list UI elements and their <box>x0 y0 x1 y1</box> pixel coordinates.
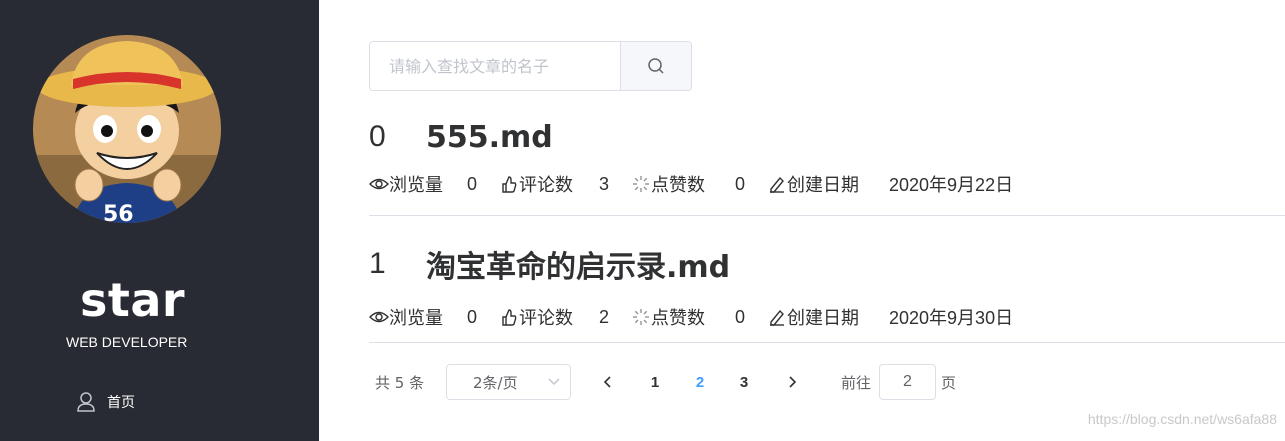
article-title[interactable]: 淘宝革命的启示录.md <box>426 242 730 286</box>
search-input[interactable] <box>370 42 620 90</box>
chevron-left-icon <box>603 376 611 388</box>
thumb-icon <box>499 307 519 327</box>
role-subtitle: WEB DEVELOPER <box>66 334 188 350</box>
svg-text:56: 56 <box>103 202 134 223</box>
sidebar: 56 star WEB DEVELOPER 首页 <box>0 0 319 441</box>
article-index: 0 <box>369 120 386 153</box>
likes-count: 0 <box>735 306 746 327</box>
article-meta: 浏览量 0 评论数 3 点赞数 0 创建日期 2020年9月22日 <box>369 172 1013 196</box>
likes-count: 0 <box>735 173 746 194</box>
comments-label: 评论数 <box>519 308 573 329</box>
created-date: 2020年9月22日 <box>889 175 1014 195</box>
nav-item-home[interactable]: 首页 <box>76 388 135 416</box>
search-button[interactable] <box>620 42 691 90</box>
likes-label: 点赞数 <box>651 175 705 196</box>
created-date: 2020年9月30日 <box>889 308 1014 328</box>
divider <box>369 342 1285 343</box>
views-count: 0 <box>467 306 478 327</box>
views-label: 浏览量 <box>389 308 443 329</box>
created-label: 创建日期 <box>787 175 859 196</box>
search-bar <box>369 41 692 91</box>
article-item: 1 淘宝革命的启示录.md 浏览量 0 评论数 2 点赞数 0 创建日期 202… <box>369 242 1285 343</box>
article-title[interactable]: 555.md <box>426 120 553 155</box>
goto-suffix: 页 <box>941 373 957 392</box>
comments-label: 评论数 <box>519 175 573 196</box>
eye-icon <box>369 174 389 194</box>
brand-name: star <box>80 273 186 327</box>
watermark: https://blog.csdn.net/ws6afa88 <box>1087 411 1277 427</box>
pagination: 共 5 条 2条/页 1 2 3 前往 2 页 <box>369 364 1069 400</box>
comments-count: 2 <box>599 306 610 327</box>
loading-icon <box>631 174 651 194</box>
page-number-current[interactable]: 2 <box>688 364 712 400</box>
views-label: 浏览量 <box>389 175 443 196</box>
divider <box>369 215 1285 216</box>
search-icon <box>648 58 664 74</box>
goto-page-input[interactable]: 2 <box>879 364 936 400</box>
created-label: 创建日期 <box>787 308 859 329</box>
nav-item-label: 首页 <box>107 395 135 411</box>
thumb-icon <box>499 174 519 194</box>
likes-label: 点赞数 <box>651 308 705 329</box>
chevron-down-icon <box>548 378 560 385</box>
avatar[interactable]: 56 <box>33 35 221 223</box>
loading-icon <box>631 307 651 327</box>
views-count: 0 <box>467 173 478 194</box>
goto-prefix: 前往 <box>841 373 872 392</box>
user-icon <box>76 391 96 413</box>
comments-count: 3 <box>599 173 610 194</box>
chevron-right-icon <box>789 376 797 388</box>
page-size-value: 2条/页 <box>473 373 518 392</box>
page-size-select[interactable]: 2条/页 <box>446 364 571 400</box>
article-item: 0 555.md 浏览量 0 评论数 3 点赞数 0 创建日期 2020年9月2… <box>369 116 1285 216</box>
eye-icon <box>369 307 389 327</box>
article-meta: 浏览量 0 评论数 2 点赞数 0 创建日期 2020年9月30日 <box>369 305 1013 329</box>
edit-icon <box>767 174 787 194</box>
total-count: 共 5 条 <box>375 373 425 392</box>
edit-icon <box>767 307 787 327</box>
page-number[interactable]: 3 <box>732 364 756 400</box>
page-number[interactable]: 1 <box>643 364 667 400</box>
article-index: 1 <box>369 247 386 280</box>
next-page-button[interactable] <box>787 364 799 400</box>
prev-page-button[interactable] <box>601 364 613 400</box>
